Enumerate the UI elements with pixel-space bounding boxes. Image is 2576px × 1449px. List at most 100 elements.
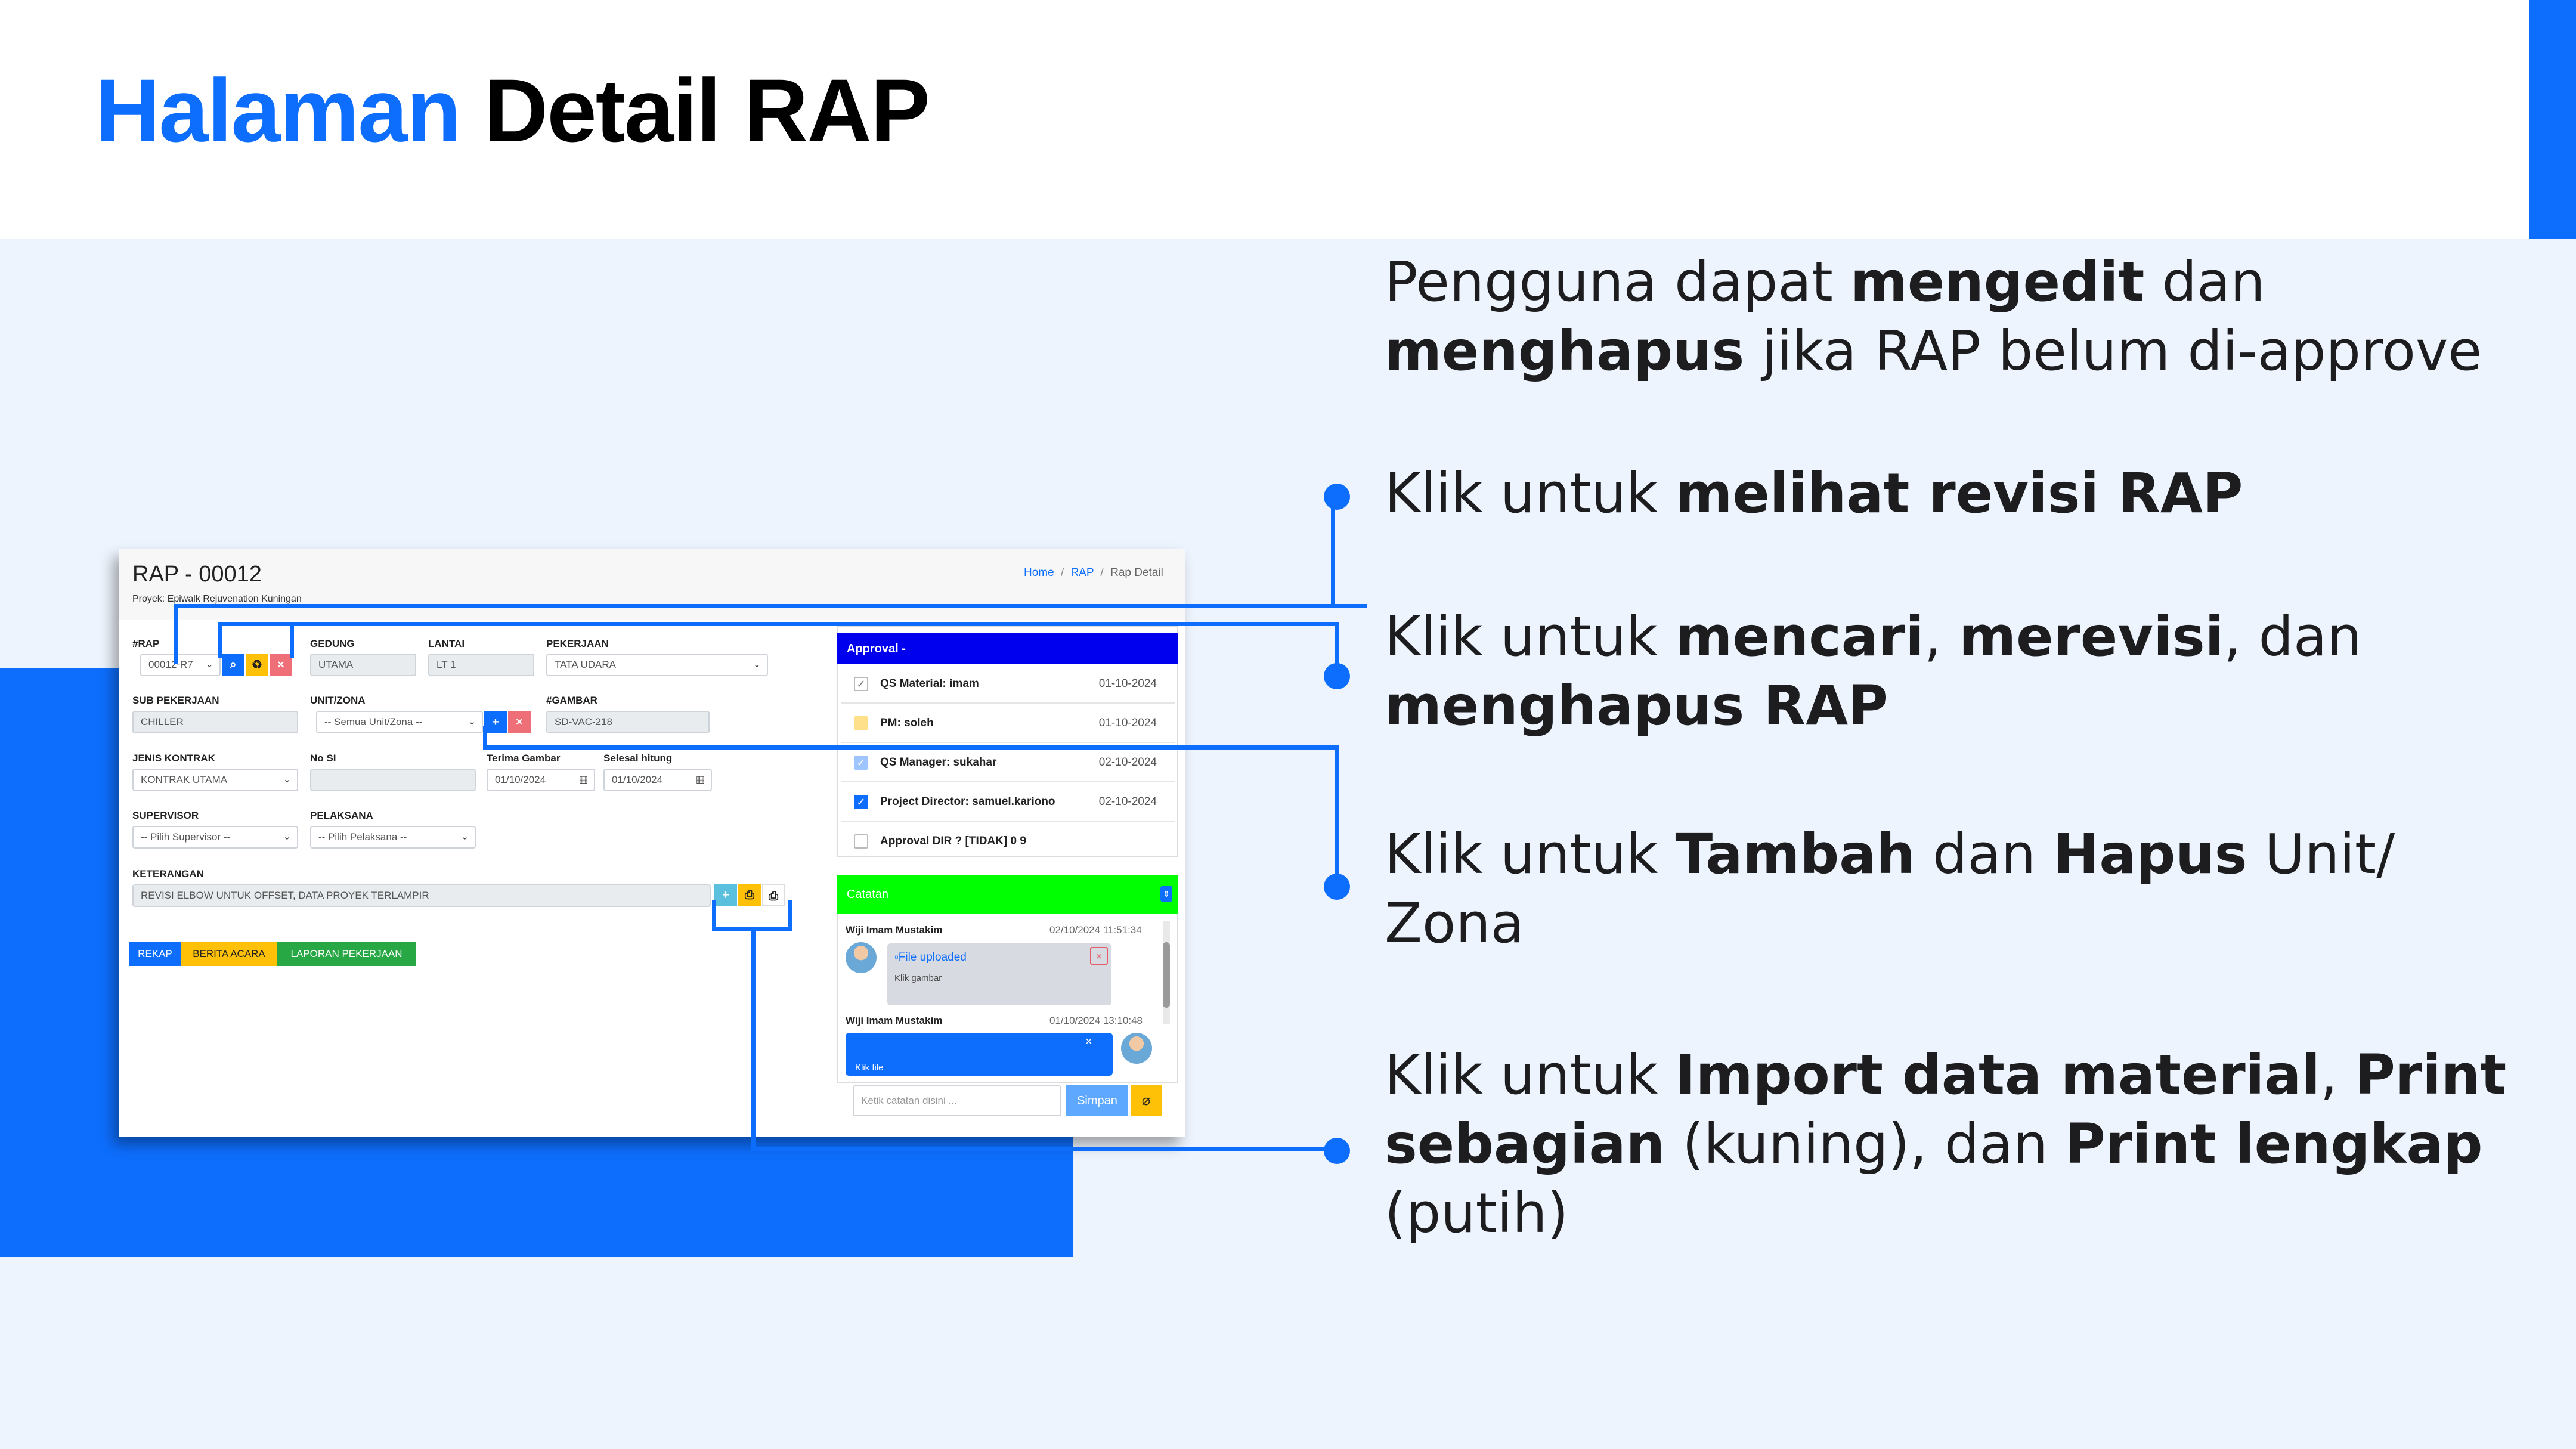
callout-add-remove-unit: Klik untuk Tambah dan Hapus Unit/Zona: [1385, 820, 2395, 958]
callout-emphasis: melihat revisi RAP: [1675, 462, 2243, 525]
tab-rekap[interactable]: REKAP: [129, 942, 181, 966]
note-input[interactable]: Ketik catatan disini ...: [853, 1085, 1061, 1116]
attach-file-button[interactable]: ⌀: [1131, 1085, 1162, 1116]
label-gambar: #GAMBAR: [546, 695, 597, 706]
breadcrumb-rap[interactable]: RAP: [1071, 566, 1094, 579]
pelaksana-select[interactable]: -- Pilih Pelaksana -- ⌄: [310, 826, 476, 849]
supervisor-select[interactable]: -- Pilih Supervisor -- ⌄: [132, 826, 298, 849]
save-note-button[interactable]: Simpan: [1066, 1085, 1128, 1116]
gambar-field[interactable]: SD-VAC-218: [546, 711, 710, 733]
note-time: 01/10/2024 13:10:48: [1049, 1015, 1143, 1026]
callout-text: Pengguna dapat: [1385, 250, 1851, 314]
print-partial-button[interactable]: ⎙: [738, 884, 761, 906]
connector-line: [218, 622, 1339, 626]
approval-row: ✓ QS Material: imam 01-10-2024: [841, 664, 1175, 704]
callout-emphasis: menghapus RAP: [1385, 674, 1888, 738]
app-header: [119, 549, 1185, 620]
search-icon: ⌕: [230, 658, 237, 671]
file-link[interactable]: ▫File uploaded: [894, 951, 967, 964]
scrollbar-thumb[interactable]: [1163, 942, 1170, 1008]
connector-line: [1331, 497, 1335, 608]
print-full-button[interactable]: ⎙: [762, 884, 785, 906]
delete-note-button[interactable]: ×: [1090, 947, 1108, 965]
callout-dot: [1324, 874, 1350, 900]
revise-rap-button[interactable]: ♻: [246, 654, 268, 676]
jenis-kontrak-select[interactable]: KONTRAK UTAMA ⌄: [132, 769, 298, 791]
callout-text: Klik untuk: [1385, 462, 1676, 525]
project-name: Proyek: Epiwalk Rejuvenation Kuningan: [132, 594, 302, 604]
callout-emphasis: Print lengkap: [2065, 1112, 2483, 1176]
note-hint: Klik file: [855, 1063, 884, 1073]
checkbox-checked: ✓: [854, 795, 868, 809]
recycle-icon: ♻: [252, 658, 262, 671]
title-rest: Detail RAP: [483, 60, 930, 160]
label-gedung: GEDUNG: [310, 638, 355, 649]
page-title: RAP - 00012: [132, 562, 262, 587]
pekerjaan-select[interactable]: TATA UDARA ⌄: [546, 654, 768, 676]
calendar-icon: ▦: [695, 775, 705, 785]
callout-text: jika RAP belum di-approve: [1744, 319, 2482, 383]
callout-emphasis: Print: [2355, 1043, 2507, 1107]
callout-edit-delete: Pengguna dapat mengedit dan menghapus jik…: [1385, 247, 2482, 386]
import-material-button[interactable]: +: [714, 884, 737, 906]
callout-text: ,: [1924, 605, 1959, 668]
no-si-field[interactable]: [310, 769, 476, 791]
connector-line: [712, 900, 716, 931]
collapse-icon[interactable]: ⇕: [1160, 886, 1172, 902]
avatar: [846, 942, 877, 973]
rap-select[interactable]: 00012-R7 ⌄: [140, 654, 221, 676]
connector-line: [174, 604, 1367, 608]
breadcrumb: Home / RAP / Rap Detail: [1024, 566, 1163, 579]
terima-gambar-date[interactable]: 01/10/2024 ▦: [487, 769, 595, 791]
approval-row: PM: soleh 01-10-2024: [841, 704, 1175, 743]
corner-accent-bar: [2529, 0, 2576, 239]
calendar-icon: ▦: [578, 775, 588, 785]
breadcrumb-home[interactable]: Home: [1024, 566, 1054, 579]
tab-laporan-pekerjaan[interactable]: LAPORAN PEKERJAAN: [277, 942, 416, 966]
note-bubble: [846, 1033, 1113, 1076]
callout-text: Klik untuk: [1385, 1043, 1676, 1107]
delete-rap-button[interactable]: ×: [270, 654, 292, 676]
sub-pekerjaan-field[interactable]: CHILLER: [132, 711, 298, 733]
callout-text: ,: [2320, 1043, 2355, 1107]
label-no-si: No SI: [310, 753, 336, 764]
tab-berita-acara[interactable]: BERITA ACARA: [181, 942, 277, 966]
label-lantai: LANTAI: [428, 638, 465, 649]
selesai-hitung-date[interactable]: 01/10/2024 ▦: [603, 769, 712, 791]
close-icon: ×: [516, 716, 523, 729]
approval-header: Approval -: [837, 633, 1178, 664]
connector-line: [751, 1147, 1336, 1151]
callout-emphasis: menghapus: [1385, 319, 1745, 383]
note-author: Wiji Imam Mustakim: [846, 924, 943, 936]
callout-text: , dan: [2224, 605, 2362, 668]
label-unit-zona: UNIT/ZONA: [310, 695, 366, 706]
callout-emphasis: Tambah: [1675, 822, 1915, 886]
checkbox-pending: [854, 716, 868, 730]
checkbox-checked: ✓: [854, 756, 868, 770]
connector-line: [483, 726, 487, 749]
callout-text: dan: [1915, 822, 2054, 886]
avatar: [1121, 1033, 1152, 1064]
callout-view-revision: Klik untuk melihat revisi RAP: [1385, 459, 2243, 528]
printer-icon: ⎙: [769, 890, 778, 903]
gedung-field[interactable]: UTAMA: [310, 654, 416, 676]
callout-text: Unit/: [2247, 822, 2395, 886]
label-pekerjaan: PEKERJAAN: [546, 638, 609, 649]
label-jenis-kontrak: JENIS KONTRAK: [132, 753, 215, 764]
label-keterangan: KETERANGAN: [132, 868, 204, 880]
unit-zona-select[interactable]: -- Semua Unit/Zona -- ⌄: [316, 711, 483, 733]
delete-note-button[interactable]: ×: [1085, 1035, 1092, 1049]
lantai-field[interactable]: LT 1: [428, 654, 534, 676]
search-rap-button[interactable]: ⌕: [222, 654, 244, 676]
slide-title: Halaman Detail RAP: [95, 57, 930, 164]
plus-icon: +: [722, 888, 729, 902]
connector-line: [483, 745, 1339, 750]
callout-search-revise-delete: Klik untuk mencari, merevisi, dan menghap…: [1385, 602, 2362, 741]
keterangan-field[interactable]: REVISI ELBOW UNTUK OFFSET, DATA PROYEK T…: [132, 884, 711, 907]
label-rap: #RAP: [132, 638, 160, 649]
callout-text: (kuning), dan: [1665, 1112, 2066, 1176]
delete-unit-button[interactable]: ×: [508, 711, 531, 733]
label-terima-gambar: Terima Gambar: [487, 753, 561, 764]
breadcrumb-current: Rap Detail: [1110, 566, 1163, 579]
callout-dot: [1324, 484, 1350, 510]
